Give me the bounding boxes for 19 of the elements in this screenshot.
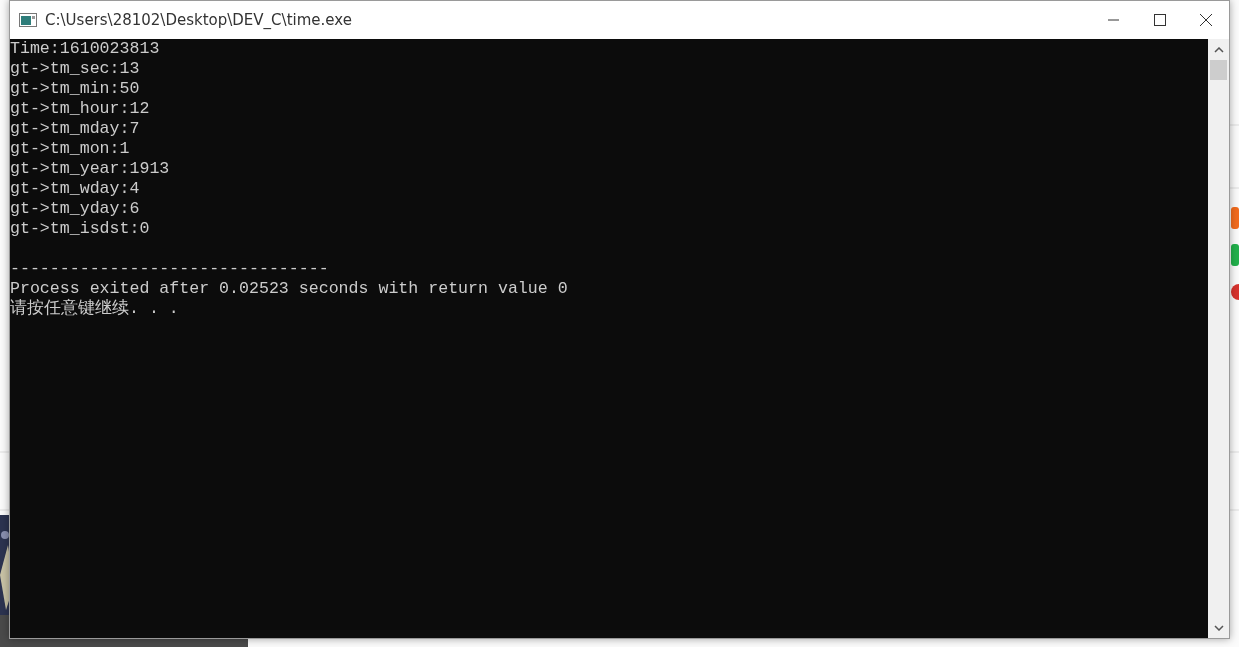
console-line: gt->tm_mon:1 <box>10 139 130 158</box>
console-line: -------------------------------- <box>10 259 329 278</box>
console-line: gt->tm_year:1913 <box>10 159 170 178</box>
console-line: 请按任意键继续. . . <box>10 299 179 318</box>
console-line: gt->tm_sec:13 <box>10 59 140 78</box>
window-title: C:\Users\28102\Desktop\DEV_C\time.exe <box>45 9 352 31</box>
close-icon <box>1200 14 1212 26</box>
maximize-icon <box>1154 14 1166 26</box>
minimize-icon <box>1108 19 1120 21</box>
console-line: gt->tm_min:50 <box>10 79 140 98</box>
console-line: Process exited after 0.02523 seconds with return value 0 <box>10 279 568 298</box>
console-icon <box>19 13 37 27</box>
console-line: gt->tm_isdst:0 <box>10 219 150 238</box>
console-line: Time:1610023813 <box>10 39 160 58</box>
console-line: gt->tm_mday:7 <box>10 119 140 138</box>
console-line: gt->tm_yday:6 <box>10 199 140 218</box>
console-line: gt->tm_hour:12 <box>10 99 150 118</box>
console-line: gt->tm_wday:4 <box>10 179 140 198</box>
scroll-thumb[interactable] <box>1210 60 1227 80</box>
